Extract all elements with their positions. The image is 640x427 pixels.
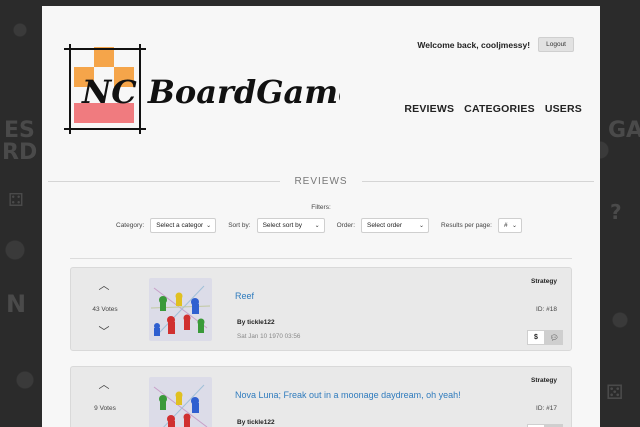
review-id: ID: #18 [536,306,557,313]
filters-label: Filters: [311,204,331,211]
sort-filter-label: Sort by: [228,222,251,229]
order-select-value: Select order [367,222,403,229]
upvote-icon[interactable]: ︿ [97,379,111,390]
chevron-down-icon: ⌄ [314,223,320,229]
review-image[interactable] [149,377,212,427]
dollar-button[interactable]: $ [527,330,545,345]
main-nav: REVIEWS CATEGORIES USERS [404,103,582,115]
order-filter-label: Order: [336,222,356,229]
welcome-text: Welcome back, cooljmessy! [417,39,531,50]
nc-boardgames-logo[interactable]: NC BoardGames [60,39,340,139]
nav-categories[interactable]: CATEGORIES [464,103,535,115]
sort-select[interactable]: Select sort by ⌄ [256,218,325,233]
review-card[interactable]: ︿ 9 Votes Nova Luna; Freak out in a moon… [70,366,572,427]
order-select[interactable]: Select order ⌄ [361,218,430,233]
nav-users[interactable]: USERS [545,103,582,115]
review-author: By tickle122 [237,419,275,426]
logo-text: NC BoardGames [81,73,340,111]
review-author: By tickle122 [237,319,275,326]
review-category: Strategy [530,377,557,384]
category-select[interactable]: Select a category ⌄ [150,218,217,233]
section-header: REVIEWS [48,174,594,188]
vote-count: 9 Votes [94,405,116,412]
page-container: Welcome back, cooljmessy! Logout NC Boar… [42,6,600,427]
review-date: Sat Jan 10 1970 03:56 [237,333,301,340]
vote-column: ︿ 9 Votes [71,367,139,427]
review-image[interactable] [149,278,212,341]
review-id: ID: #17 [536,405,557,412]
chevron-down-icon: ⌄ [206,223,212,229]
upvote-icon[interactable]: ︿ [97,280,111,291]
vote-count: 43 Votes [92,306,118,313]
per-page-select[interactable]: # ⌄ [497,218,522,233]
downvote-icon[interactable]: ﹀ [97,326,111,337]
sort-select-value: Select sort by [262,222,302,229]
filter-row: Category: Select a category ⌄ Sort by: S… [116,218,522,233]
comment-icon[interactable]: 💬︎ [545,330,563,345]
vote-column: ︿ 43 Votes ﹀ [71,268,139,350]
per-page-filter-label: Results per page: [441,222,492,229]
review-category: Strategy [530,278,557,285]
chevron-down-icon: ⌄ [511,223,517,229]
category-filter-label: Category: [116,222,145,229]
user-bar: Welcome back, cooljmessy! Logout [417,37,574,52]
chevron-down-icon: ⌄ [418,223,425,229]
divider [70,258,572,259]
review-title-link[interactable]: Reef [235,291,254,301]
review-title-link[interactable]: Nova Luna; Freak out in a moonage daydre… [235,390,461,400]
review-actions: $ 💬︎ [527,330,563,345]
per-page-select-value: # [503,222,508,229]
category-select-value: Select a category [156,222,204,229]
nav-reviews[interactable]: REVIEWS [404,103,454,115]
section-title: REVIEWS [294,175,348,187]
logout-button[interactable]: Logout [538,37,574,52]
review-card[interactable]: ︿ 43 Votes ﹀ Reef By tickle122 Sat Jan 1… [70,267,572,351]
